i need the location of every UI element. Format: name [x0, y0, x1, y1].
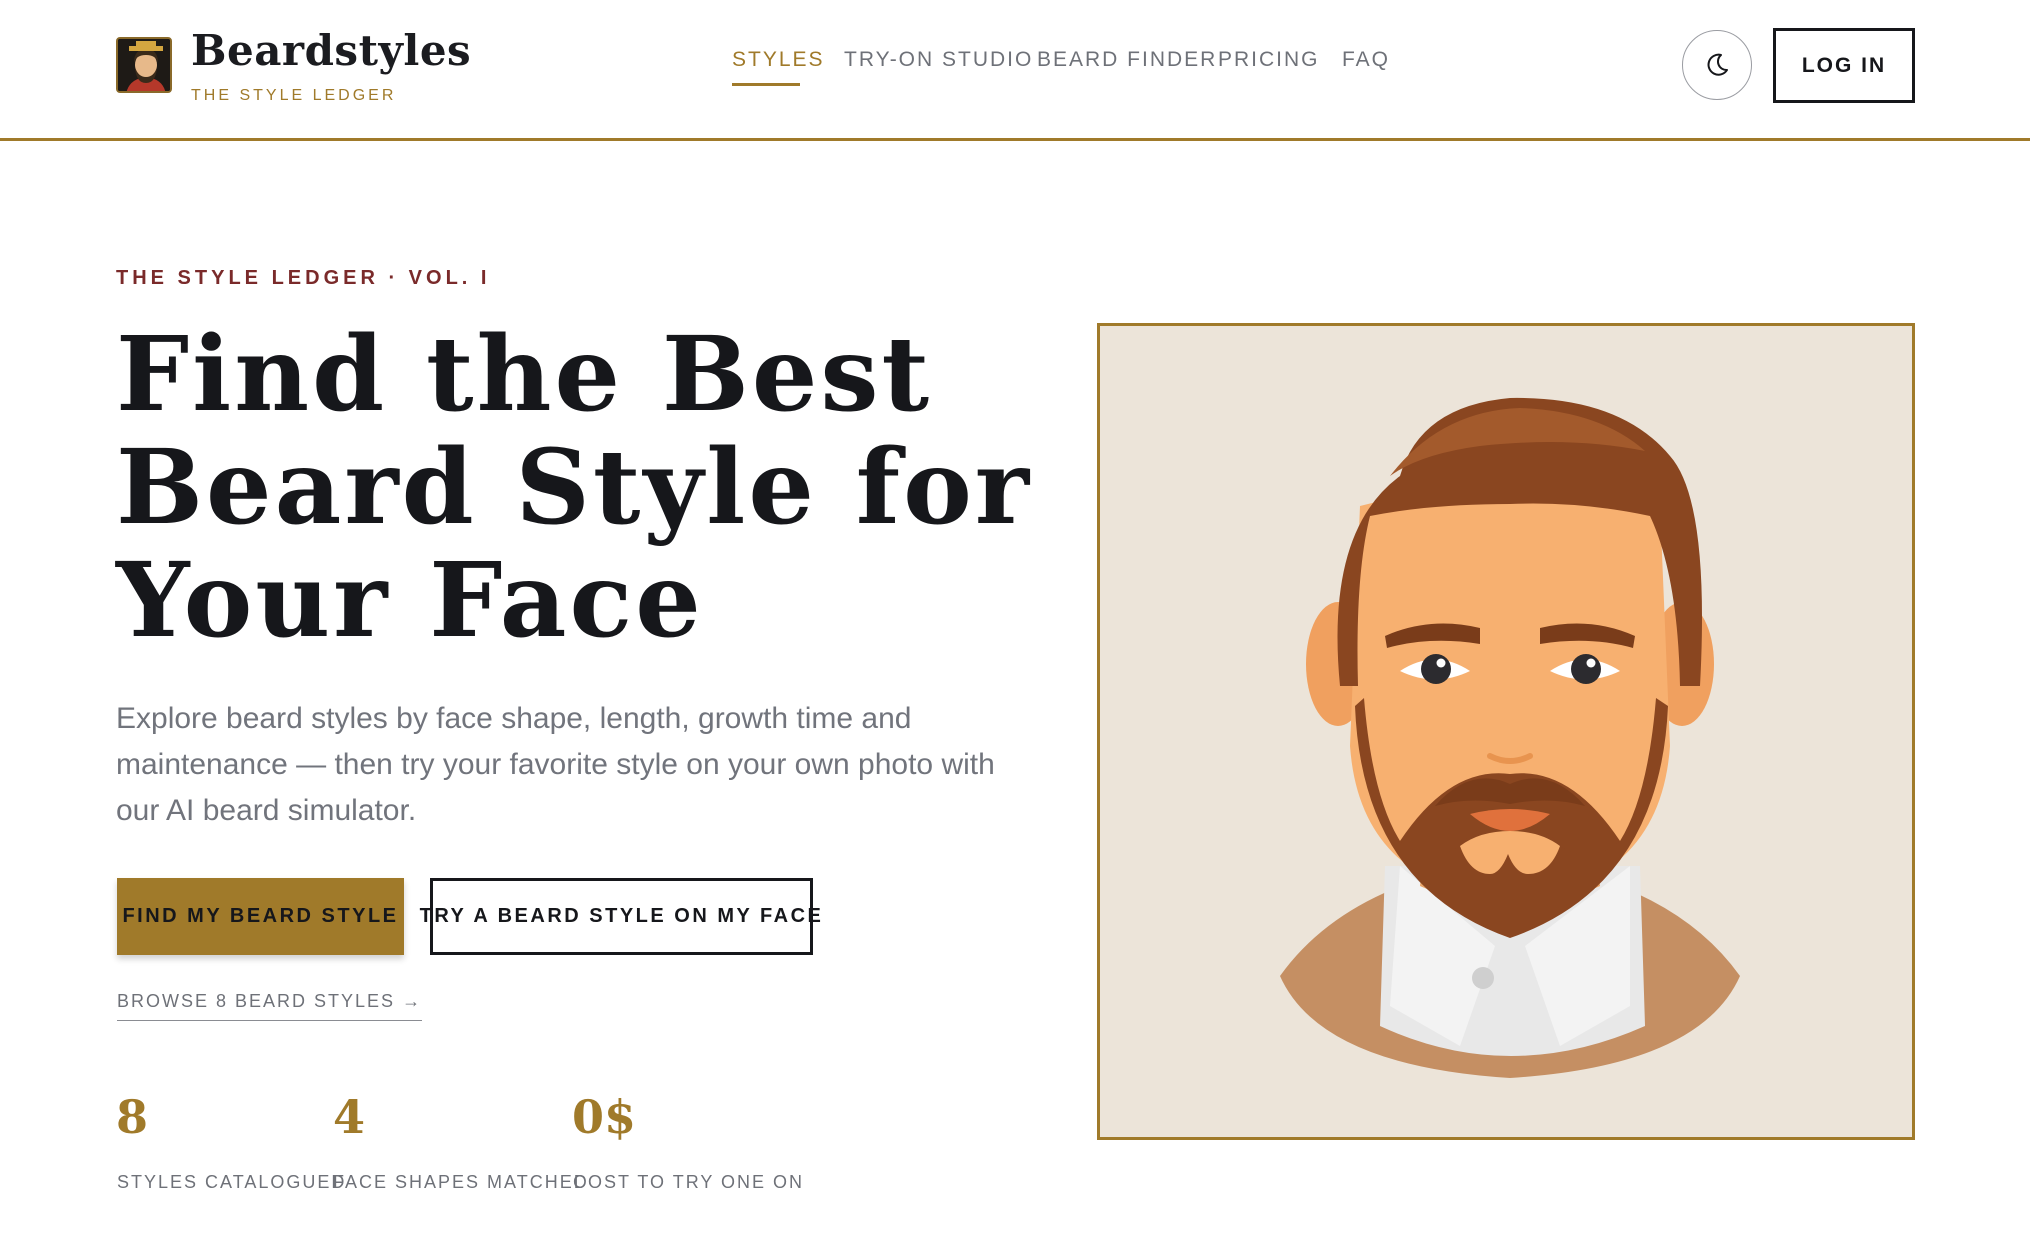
try-beard-on-face-button[interactable]: TRY A BEARD STYLE ON MY FACE [420, 878, 821, 955]
hero-description: Explore beard styles by face shape, leng… [116, 702, 995, 827]
theme-toggle-button[interactable] [1682, 30, 1752, 100]
site-header: Beardstyles THE STYLE LEDGER STYLES TRY-… [0, 0, 2030, 141]
nav-beard-finder[interactable]: BEARD FINDER [1037, 48, 1217, 72]
bearded-man-illustration [1280, 397, 1740, 1078]
nav-active-indicator [732, 83, 800, 86]
hero-title-line: Find the Best [116, 314, 933, 435]
nav-pricing[interactable]: PRICING [1218, 48, 1320, 72]
stat-cost-label: COST TO TRY ONE ON [573, 1172, 805, 1192]
find-my-beard-style-button[interactable]: FIND MY BEARD STYLE [117, 878, 404, 955]
stat-styles-label: STYLES CATALOGUED [117, 1172, 347, 1192]
stat-face-shapes-value: 4 [333, 1090, 366, 1144]
hero-eyebrow: THE STYLE LEDGER · VOL. I [116, 267, 491, 289]
hero-title: Find the Best Beard Style for Your Face [116, 314, 1033, 661]
stat-styles-value: 8 [116, 1090, 149, 1144]
login-button[interactable]: LOG IN [1773, 28, 1915, 103]
brand-tagline: THE STYLE LEDGER [191, 87, 397, 104]
hero-title-line: Your Face [116, 540, 704, 661]
stat-face-shapes-label: FACE SHAPES MATCHED [333, 1172, 589, 1192]
browse-styles-link[interactable]: BROWSE 8 BEARD STYLES → [117, 991, 423, 1021]
brand-logo[interactable] [116, 37, 172, 93]
hero-illustration [1097, 323, 1915, 1140]
brand-name[interactable]: Beardstyles [191, 26, 471, 75]
nav-styles[interactable]: STYLES [732, 48, 825, 72]
stat-cost-value: 0$ [572, 1090, 637, 1144]
nav-faq[interactable]: FAQ [1342, 48, 1390, 72]
moon-icon [1707, 53, 1728, 76]
nav-try-on-studio[interactable]: TRY-ON STUDIO [844, 48, 1033, 72]
hero-title-line: Beard Style for [116, 427, 1033, 548]
